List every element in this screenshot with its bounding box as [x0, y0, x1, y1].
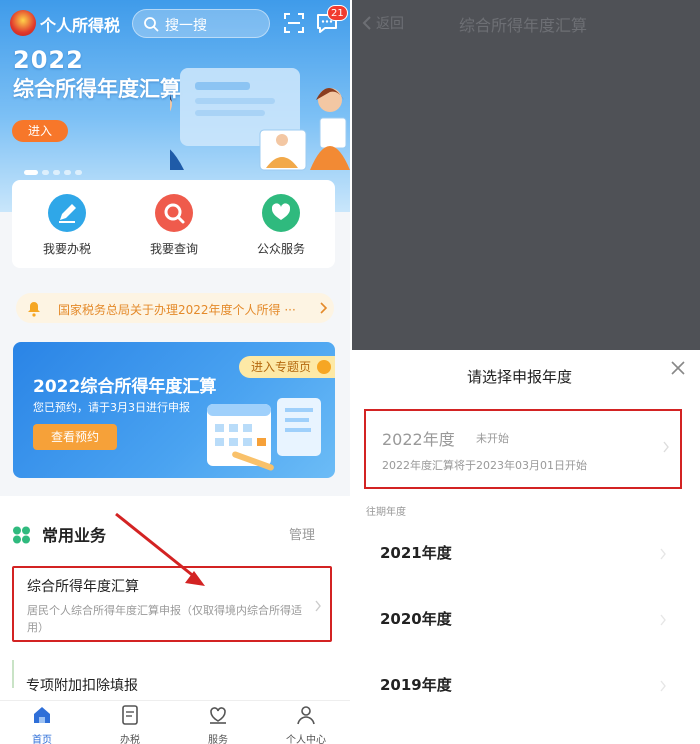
search-placeholder: 搜一搜: [165, 18, 207, 34]
quick-action-label: 我要办税: [42, 242, 91, 256]
year-option-2020[interactable]: 2020年度: [352, 596, 700, 644]
year-option-2021[interactable]: 2021年度: [352, 530, 700, 578]
chevron-right-icon: [660, 614, 666, 626]
page-title: 综合所得年度汇算: [459, 16, 588, 35]
pen-icon: [48, 194, 86, 232]
notice-bar[interactable]: 国家税务总局关于办理2022年度个人所得 ···: [16, 293, 334, 323]
past-years-label: 往期年度: [366, 507, 406, 518]
chevron-right-icon: [660, 680, 666, 692]
sheet-title: 请选择申报年度: [467, 368, 573, 386]
chevron-right-icon: [315, 600, 321, 612]
promo-subtitle: 您已预约，请于3月3日进行申报: [33, 401, 190, 414]
app-title: 个人所得税: [40, 16, 121, 35]
tab-tax[interactable]: 办税: [100, 704, 160, 744]
service-description: 居民个人综合所得年度汇算申报（仅取得境内综合所得适用）: [27, 604, 302, 634]
back-label: 返回: [376, 16, 404, 32]
year-label: 2019年度: [380, 676, 452, 694]
home-icon: [34, 707, 50, 723]
quick-action-query[interactable]: 我要查询: [129, 194, 219, 257]
heart-hand-icon: [210, 707, 226, 724]
message-count-badge: 21: [327, 5, 348, 21]
year-selection-screen: 返回 综合所得年度汇算 请选择申报年度 2022年度 未开始 2022年度汇算将…: [352, 0, 700, 744]
common-services-title: 常用业务: [42, 526, 107, 545]
banner-title: 综合所得年度汇算: [13, 77, 181, 101]
service-title: 综合所得年度汇算: [27, 579, 139, 595]
search-icon: [155, 194, 193, 232]
search-box[interactable]: 搜一搜: [132, 9, 270, 38]
promo-title: 2022综合所得年度汇算: [33, 377, 217, 397]
notice-text: 国家税务总局关于办理2022年度个人所得 ···: [58, 303, 296, 317]
bell-icon: [28, 302, 40, 317]
chevron-left-icon: [362, 16, 371, 30]
annual-settlement-service-item[interactable]: 综合所得年度汇算 居民个人综合所得年度汇算申报（仅取得境内综合所得适用）: [12, 566, 332, 642]
year-label: 2021年度: [380, 544, 452, 562]
year-label: 2020年度: [380, 610, 452, 628]
calendar-illustration: [207, 398, 321, 471]
tab-label: 办税: [120, 735, 140, 744]
annual-settlement-promo[interactable]: 进入专题页 2022综合所得年度汇算 您已预约，请于3月3日进行申报 查看预约: [13, 342, 335, 478]
grid-clover-icon: [13, 526, 30, 544]
quick-action-public-service[interactable]: 公众服务: [236, 194, 326, 257]
chevron-right-icon: [663, 441, 669, 453]
year-option-current[interactable]: 2022年度 未开始 2022年度汇算将于2023年03月01日开始: [364, 409, 682, 489]
chevron-right-icon: [320, 302, 328, 314]
banner-illustration: [170, 68, 350, 171]
scan-icon[interactable]: [283, 12, 305, 34]
year-label: 2022年度: [382, 430, 455, 449]
quick-action-do-tax[interactable]: 我要办税: [22, 194, 112, 257]
tab-label: 服务: [208, 735, 228, 744]
top-bar: 个人所得税 搜一搜 21: [0, 0, 350, 46]
tab-label: 个人中心: [286, 735, 326, 744]
quick-action-label: 我要查询: [149, 242, 198, 256]
tax-app-home-screen: 个人所得税 搜一搜 21 2022 综合所得年度汇算 进入 我要办税 我要查询 …: [0, 0, 350, 744]
person-icon: [297, 706, 315, 725]
document-icon: [122, 705, 138, 725]
service-accent-bar: [12, 660, 14, 688]
banner-pager-dots: [24, 160, 86, 179]
manage-link[interactable]: 管理: [289, 524, 315, 543]
close-icon[interactable]: [669, 359, 687, 377]
year-option-2019[interactable]: 2019年度: [352, 662, 700, 710]
topic-page-label: 进入专题页: [251, 360, 312, 374]
quick-actions-card: 我要办税 我要查询 公众服务: [12, 180, 335, 268]
banner-year: 2022: [13, 46, 84, 74]
modal-backdrop[interactable]: 返回 综合所得年度汇算: [352, 0, 700, 350]
tab-personal-center[interactable]: 个人中心: [276, 704, 336, 744]
tab-label: 首页: [32, 735, 52, 744]
quick-action-label: 公众服务: [256, 242, 305, 256]
year-status: 未开始: [476, 432, 509, 445]
bottom-tab-bar: 首页 办税 服务 个人中心: [0, 700, 350, 744]
back-button[interactable]: 返回: [362, 13, 404, 33]
arrow-circle-icon: [317, 360, 331, 374]
chevron-right-icon: [660, 548, 666, 560]
topic-page-tag[interactable]: 进入专题页: [239, 356, 335, 378]
tab-service[interactable]: 服务: [188, 704, 248, 744]
search-icon: [144, 17, 159, 32]
view-appointment-button[interactable]: 查看预约: [33, 424, 117, 450]
heart-hand-icon: [262, 194, 300, 232]
year-start-note: 2022年度汇算将于2023年03月01日开始: [382, 459, 587, 472]
tab-home[interactable]: 首页: [12, 704, 72, 744]
banner-enter-button[interactable]: 进入: [12, 120, 68, 142]
tax-emblem-logo: [10, 10, 36, 36]
special-deduction-service-item[interactable]: 专项附加扣除填报: [26, 675, 138, 695]
